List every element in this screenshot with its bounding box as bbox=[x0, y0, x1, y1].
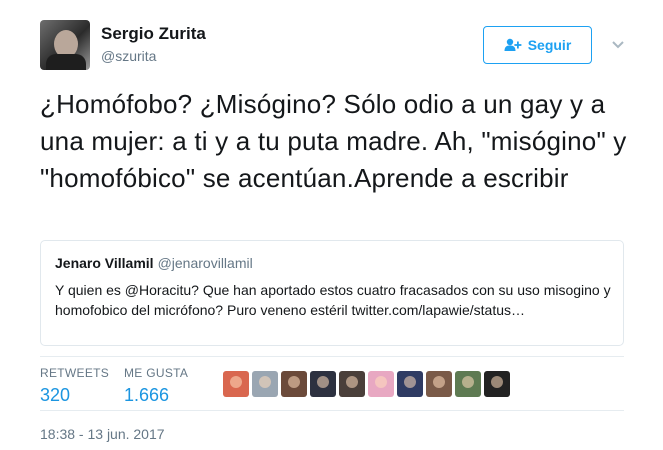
add-user-icon bbox=[504, 38, 522, 52]
tweet-timestamp[interactable]: 18:38 - 13 jun. 2017 bbox=[40, 426, 165, 442]
likes-stat[interactable]: ME GUSTA 1.666 bbox=[124, 366, 188, 406]
follow-button[interactable]: Seguir bbox=[483, 26, 592, 64]
quoted-tweet[interactable]: Jenaro Villamil @jenarovillamil Y quien e… bbox=[40, 240, 624, 346]
follow-button-label: Seguir bbox=[527, 37, 572, 53]
quoted-author-name: Jenaro Villamil bbox=[55, 255, 154, 271]
liker-avatar[interactable] bbox=[368, 371, 394, 397]
author-avatar[interactable] bbox=[40, 20, 90, 70]
liker-avatar[interactable] bbox=[223, 371, 249, 397]
avatar-body bbox=[46, 54, 86, 70]
retweets-stat[interactable]: RETWEETS 320 bbox=[40, 366, 109, 406]
chevron-down-icon[interactable] bbox=[610, 38, 626, 52]
liker-avatar[interactable] bbox=[252, 371, 278, 397]
retweets-count: 320 bbox=[40, 385, 71, 405]
liker-avatar[interactable] bbox=[339, 371, 365, 397]
likes-label: ME GUSTA bbox=[124, 366, 189, 380]
likes-count: 1.666 bbox=[124, 385, 170, 405]
quoted-tweet-header: Jenaro Villamil @jenarovillamil bbox=[55, 255, 609, 273]
liker-avatar[interactable] bbox=[484, 371, 510, 397]
quoted-author-handle: @jenarovillamil bbox=[157, 255, 253, 271]
retweets-label: RETWEETS bbox=[40, 366, 110, 380]
author-handle[interactable]: @szurita bbox=[101, 48, 156, 64]
liker-avatar[interactable] bbox=[455, 371, 481, 397]
divider-bottom bbox=[40, 410, 624, 411]
liker-avatars bbox=[223, 371, 510, 397]
liker-avatar[interactable] bbox=[281, 371, 307, 397]
liker-avatar[interactable] bbox=[397, 371, 423, 397]
tweet-text: ¿Homófobo? ¿Misógino? Sólo odio a un gay… bbox=[40, 89, 627, 193]
liker-avatar[interactable] bbox=[426, 371, 452, 397]
liker-avatar[interactable] bbox=[310, 371, 336, 397]
divider-top bbox=[40, 356, 624, 357]
author-name[interactable]: Sergio Zurita bbox=[101, 24, 206, 44]
quoted-tweet-text: Y quien es @Horacitu? Que han aportado e… bbox=[55, 282, 611, 318]
